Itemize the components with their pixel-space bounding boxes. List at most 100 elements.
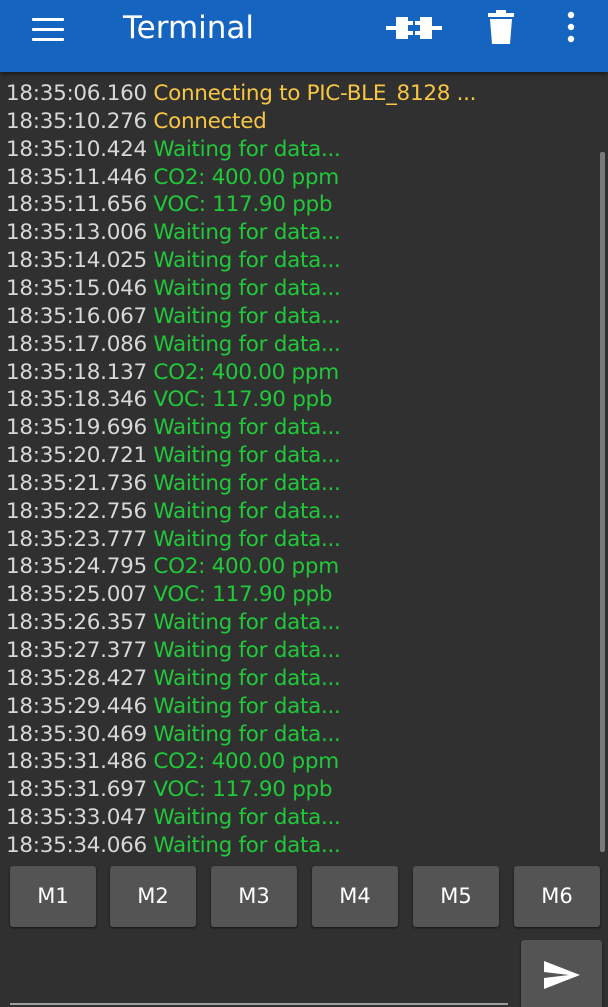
log-line: 18:35:11.656 VOC: 117.90 ppb: [6, 191, 333, 219]
log-message: Waiting for data...: [153, 415, 341, 441]
log-message: Waiting for data...: [153, 498, 341, 524]
log-line: 18:35:34.066 Waiting for data...: [6, 832, 341, 858]
terminal-log[interactable]: 18:35:06.160 Connecting to PIC-BLE_8128 …: [0, 72, 608, 858]
log-timestamp: 18:35:19.696: [6, 415, 147, 441]
log-line: 18:35:22.756 Waiting for data...: [6, 498, 341, 526]
log-line: 18:35:06.160 Connecting to PIC-BLE_8128 …: [6, 80, 477, 108]
log-message: Waiting for data...: [153, 721, 341, 747]
log-timestamp: 18:35:14.025: [6, 248, 147, 274]
log-message: CO2: 400.00 ppm: [153, 164, 339, 190]
log-timestamp: 18:35:31.697: [6, 777, 147, 803]
log-message: CO2: 400.00 ppm: [153, 749, 339, 775]
log-message: Connecting to PIC-BLE_8128 ...: [153, 81, 477, 106]
log-line: 18:35:27.377 Waiting for data...: [6, 637, 341, 665]
log-timestamp: 18:35:22.756: [6, 498, 147, 524]
log-line: 18:35:21.736 Waiting for data...: [6, 470, 341, 498]
log-timestamp: 18:35:21.736: [6, 470, 147, 496]
log-timestamp: 18:35:17.086: [6, 331, 147, 357]
send-text-input[interactable]: [10, 950, 512, 1002]
log-line: 18:35:31.486 CO2: 400.00 ppm: [6, 748, 339, 776]
log-line: 18:35:29.446 Waiting for data...: [6, 693, 341, 721]
log-line: 18:35:31.697 VOC: 117.90 ppb: [6, 776, 333, 804]
macro-button-m1[interactable]: M1: [10, 866, 96, 927]
log-line: 18:35:10.424 Waiting for data...: [6, 136, 341, 164]
log-message: Waiting for data...: [153, 220, 341, 246]
log-message: VOC: 117.90 ppb: [153, 582, 333, 608]
log-timestamp: 18:35:11.446: [6, 164, 147, 190]
log-message: Waiting for data...: [153, 526, 341, 552]
log-message: Waiting for data...: [153, 136, 341, 162]
menu-icon[interactable]: [26, 18, 70, 54]
send-icon: [544, 961, 580, 989]
log-line: 18:35:15.046 Waiting for data...: [6, 275, 341, 303]
macro-button-row: M1 M2 M3 M4 M5 M6: [0, 866, 608, 928]
log-timestamp: 18:35:16.067: [6, 303, 147, 329]
macro-button-m2[interactable]: M2: [110, 866, 196, 927]
log-timestamp: 18:35:34.066: [6, 832, 147, 858]
macro-button-m6[interactable]: M6: [514, 866, 600, 927]
log-message: CO2: 400.00 ppm: [153, 554, 339, 580]
log-timestamp: 18:35:30.469: [6, 721, 147, 747]
log-timestamp: 18:35:15.046: [6, 275, 147, 301]
log-message: Waiting for data...: [153, 275, 341, 301]
log-timestamp: 18:35:25.007: [6, 582, 147, 608]
log-line: 18:35:26.357 Waiting for data...: [6, 609, 341, 637]
send-button[interactable]: [521, 940, 602, 1007]
log-message: Waiting for data...: [153, 443, 341, 469]
log-timestamp: 18:35:18.346: [6, 387, 147, 413]
log-line: 18:35:20.721 Waiting for data...: [6, 442, 341, 470]
log-line: 18:35:24.795 CO2: 400.00 ppm: [6, 553, 339, 581]
log-timestamp: 18:35:24.795: [6, 554, 147, 580]
log-message: CO2: 400.00 ppm: [153, 359, 339, 385]
log-line: 18:35:13.006 Waiting for data...: [6, 219, 341, 247]
macro-button-m4[interactable]: M4: [312, 866, 398, 927]
log-timestamp: 18:35:18.137: [6, 359, 147, 385]
connect-icon[interactable]: [386, 10, 442, 46]
log-line: 18:35:14.025 Waiting for data...: [6, 247, 341, 275]
log-message: Waiting for data...: [153, 832, 341, 858]
terminal-app: Terminal 18:35:06.160 Connecting to PIC-…: [0, 0, 608, 1007]
log-message: Waiting for data...: [153, 470, 341, 496]
log-message: Waiting for data...: [153, 303, 341, 329]
log-line: 18:35:23.777 Waiting for data...: [6, 526, 341, 554]
log-timestamp: 18:35:27.377: [6, 638, 147, 663]
log-line: 18:35:19.696 Waiting for data...: [6, 414, 341, 442]
log-message: Waiting for data...: [153, 693, 341, 719]
log-timestamp: 18:35:33.047: [6, 805, 147, 831]
scrollbar[interactable]: [600, 152, 605, 852]
log-message: VOC: 117.90 ppb: [153, 777, 333, 803]
log-timestamp: 18:35:26.357: [6, 610, 147, 636]
app-bar: Terminal: [0, 0, 608, 72]
log-timestamp: 18:35:20.721: [6, 443, 147, 469]
log-timestamp: 18:35:29.446: [6, 693, 147, 719]
log-message: Waiting for data...: [153, 638, 341, 663]
log-message: Waiting for data...: [153, 248, 341, 274]
log-line: 18:35:30.469 Waiting for data...: [6, 721, 341, 749]
log-line: 18:35:17.086 Waiting for data...: [6, 331, 341, 359]
log-line: 18:35:16.067 Waiting for data...: [6, 303, 341, 331]
log-message: Waiting for data...: [153, 805, 341, 831]
macro-button-m5[interactable]: M5: [413, 866, 499, 927]
log-message: Waiting for data...: [153, 331, 341, 357]
macro-button-m3[interactable]: M3: [211, 866, 297, 927]
input-underline: [10, 1003, 508, 1005]
log-line: 18:35:18.346 VOC: 117.90 ppb: [6, 386, 333, 414]
log-timestamp: 18:35:28.427: [6, 665, 147, 691]
page-title: Terminal: [123, 10, 255, 46]
trash-icon[interactable]: [476, 10, 526, 46]
log-line: 18:35:11.446 CO2: 400.00 ppm: [6, 164, 339, 192]
log-timestamp: 18:35:10.424: [6, 136, 147, 162]
log-timestamp: 18:35:06.160: [6, 81, 147, 106]
log-message: VOC: 117.90 ppb: [153, 387, 333, 413]
log-line: 18:35:28.427 Waiting for data...: [6, 665, 341, 693]
log-timestamp: 18:35:13.006: [6, 220, 147, 246]
log-timestamp: 18:35:31.486: [6, 749, 147, 775]
log-message: Connected: [153, 108, 267, 134]
log-message: Waiting for data...: [153, 610, 341, 636]
log-timestamp: 18:35:10.276: [6, 108, 147, 134]
log-line: 18:35:10.276 Connected: [6, 108, 267, 136]
log-line: 18:35:18.137 CO2: 400.00 ppm: [6, 359, 339, 387]
log-timestamp: 18:35:11.656: [6, 192, 147, 218]
log-line: 18:35:33.047 Waiting for data...: [6, 804, 341, 832]
more-vert-icon[interactable]: [546, 10, 596, 46]
